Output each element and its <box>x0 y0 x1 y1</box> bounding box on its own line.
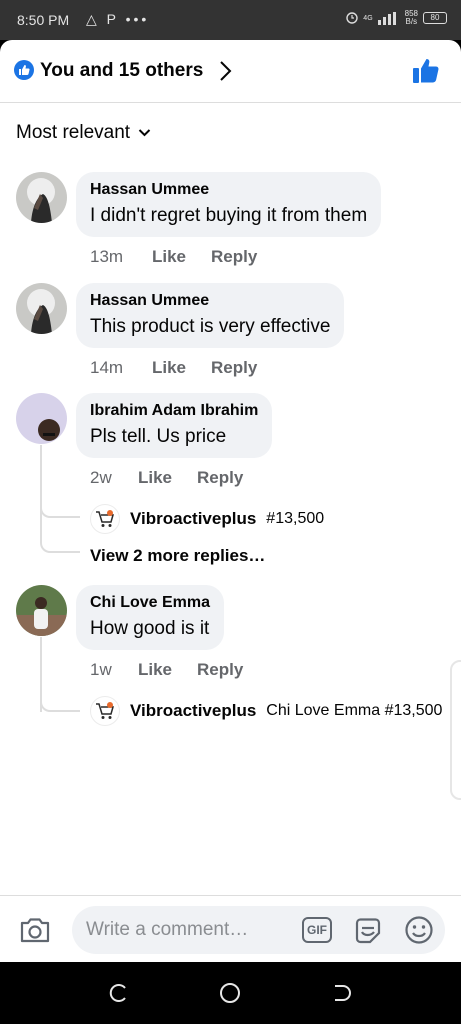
reply-preview[interactable]: Vibroactiveplus #13,500 <box>90 504 324 534</box>
comment-composer: GIF <box>0 895 461 962</box>
reply-text: Chi Love Emma #13,500 <box>266 702 443 719</box>
comment-bubble[interactable]: Hassan Ummee I didn't regret buying it f… <box>76 172 382 237</box>
shopping-cart-icon[interactable] <box>90 696 120 726</box>
comment-author[interactable]: Hassan Ummee <box>90 292 330 310</box>
back-icon[interactable] <box>330 982 352 1004</box>
reply-preview[interactable]: Vibroactiveplus Chi Love Emma #13,500 <box>90 696 442 726</box>
like-icon[interactable] <box>412 57 440 85</box>
status-time: 8:50 PM <box>17 12 70 28</box>
comment-text: I didn't regret buying it from them <box>90 205 368 226</box>
like-button[interactable]: Like <box>152 358 211 378</box>
network-speed: 858 B/s <box>405 10 418 26</box>
camera-icon[interactable] <box>19 916 51 944</box>
reply-text: #13,500 <box>266 510 325 527</box>
emoji-icon[interactable] <box>404 915 434 945</box>
comment-author[interactable]: Ibrahim Adam Ibrahim <box>90 402 258 420</box>
signal-icon <box>377 11 396 25</box>
comment-text: Pls tell. Us price <box>90 426 227 447</box>
avatar[interactable] <box>16 283 67 334</box>
avatar[interactable] <box>16 585 67 636</box>
like-button[interactable]: Like <box>138 660 197 680</box>
like-reaction-icon <box>14 60 34 80</box>
gif-button[interactable]: GIF <box>302 917 332 943</box>
avatar[interactable] <box>16 393 67 444</box>
status-bar: 8:50 PM △ P ••• 4G 858 B/s 80 <box>0 0 461 40</box>
chevron-down-icon <box>138 129 151 137</box>
comment-actions: 1w Like Reply <box>90 660 243 680</box>
battery-icon: 80 <box>423 12 447 24</box>
comments-sheet: You and 15 others Most relevant Hassan U… <box>0 40 461 962</box>
comment-actions: 14m Like Reply <box>90 358 257 378</box>
comment-bubble[interactable]: Chi Love Emma How good is it <box>76 585 225 650</box>
thread-line <box>40 515 80 553</box>
comment-bubble[interactable]: Ibrahim Adam Ibrahim Pls tell. Us price <box>76 393 273 458</box>
reply-button[interactable]: Reply <box>211 358 257 378</box>
comment-time[interactable]: 2w <box>90 468 138 488</box>
sticker-icon[interactable] <box>352 915 384 947</box>
like-button[interactable]: Like <box>138 468 197 488</box>
comment-text: How good is it <box>90 618 210 639</box>
shopping-cart-icon[interactable] <box>90 504 120 534</box>
status-right: 4G 858 B/s 80 <box>346 10 447 26</box>
chevron-right-icon[interactable] <box>218 60 232 82</box>
comment-bubble[interactable]: Hassan Ummee This product is very effect… <box>76 283 345 348</box>
speed-unit: B/s <box>405 17 418 26</box>
notification-icons: △ P ••• <box>86 11 150 27</box>
scroll-indicator <box>450 660 461 800</box>
comment-time[interactable]: 14m <box>90 358 152 378</box>
comment-time[interactable]: 1w <box>90 660 138 680</box>
reply-author[interactable]: Vibroactiveplus <box>130 701 256 721</box>
reply-button[interactable]: Reply <box>197 468 243 488</box>
thread-line <box>40 672 80 712</box>
recent-apps-icon[interactable] <box>108 982 130 1004</box>
reactions-summary[interactable]: You and 15 others <box>40 60 203 82</box>
comment-input[interactable] <box>86 906 296 954</box>
comment-time[interactable]: 13m <box>90 247 152 267</box>
reply-button[interactable]: Reply <box>211 247 257 267</box>
thread-line <box>40 480 80 518</box>
comment-author[interactable]: Hassan Ummee <box>90 181 367 199</box>
alarm-icon <box>346 12 358 24</box>
comment-actions: 2w Like Reply <box>90 468 243 488</box>
sort-dropdown[interactable]: Most relevant <box>16 122 151 144</box>
android-nav-bar <box>0 962 461 1024</box>
reply-author[interactable]: Vibroactiveplus <box>130 509 256 529</box>
network-type: 4G <box>363 14 373 22</box>
reactions-header[interactable]: You and 15 others <box>0 40 461 103</box>
comment-input-container: GIF <box>72 906 445 954</box>
avatar[interactable] <box>16 172 67 223</box>
home-icon[interactable] <box>219 982 241 1004</box>
like-button[interactable]: Like <box>152 247 211 267</box>
comment-actions: 13m Like Reply <box>90 247 257 267</box>
reply-button[interactable]: Reply <box>197 660 243 680</box>
comment-text: This product is very effective <box>90 316 331 337</box>
view-more-replies-link[interactable]: View 2 more replies… <box>90 546 265 566</box>
sort-label: Most relevant <box>16 122 131 143</box>
comment-author[interactable]: Chi Love Emma <box>90 594 210 612</box>
